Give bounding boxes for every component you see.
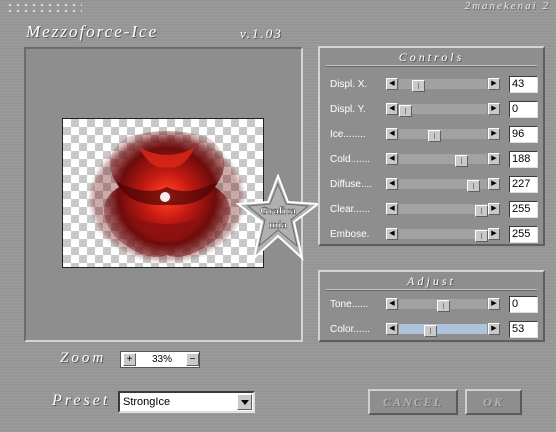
increment-arrow-icon[interactable]: ▶ [488, 323, 500, 335]
preview-canvas[interactable] [62, 118, 264, 268]
decrement-arrow-icon[interactable]: ◀ [386, 178, 398, 190]
controls-value-field[interactable]: 43 [509, 76, 538, 93]
controls-slider-thumb[interactable] [475, 230, 488, 242]
controls-panel: Controls Displ. X. ◀ ▶ 43 Displ. Y. ◀ ▶ 0 Ice...… [318, 46, 545, 246]
controls-slider-label: Ice........ [330, 129, 366, 140]
adjust-slider-label: Tone...... [330, 299, 369, 310]
controls-slider-thumb[interactable] [411, 80, 425, 92]
increment-arrow-icon[interactable]: ▶ [488, 178, 500, 190]
preset-dropdown[interactable]: StrongIce [118, 391, 255, 413]
decrement-arrow-icon[interactable]: ◀ [386, 128, 398, 140]
increment-arrow-icon[interactable]: ▶ [488, 78, 500, 90]
controls-value-field[interactable]: 227 [509, 176, 538, 193]
adjust-slider-thumb[interactable] [424, 325, 438, 337]
increment-arrow-icon[interactable]: ▶ [488, 298, 500, 310]
app-version: v.1.03 [240, 26, 283, 41]
decrement-arrow-icon[interactable]: ◀ [386, 103, 398, 115]
controls-slider-row: Ice........ ◀ ▶ 96 [328, 126, 543, 144]
zoom-out-button[interactable]: − [186, 353, 199, 366]
controls-slider-thumb[interactable] [427, 130, 441, 142]
chevron-down-icon[interactable] [237, 394, 252, 410]
controls-slider-label: Displ. X. [330, 79, 368, 90]
controls-slider-row: Diffuse.... ◀ ▶ 227 [328, 176, 543, 194]
controls-slider-track[interactable] [399, 229, 488, 242]
adjust-slider-track[interactable] [399, 324, 487, 337]
ok-button[interactable]: OK [465, 389, 522, 415]
controls-value-field[interactable]: 255 [509, 226, 538, 243]
adjust-slider-thumb[interactable] [437, 300, 450, 312]
controls-value-field[interactable]: 96 [509, 126, 538, 143]
controls-slider-label: Embose. [330, 229, 370, 240]
adjust-panel: Adjust Tone...... ◀ ▶ 0 Color...... ◀ ▶ 53 [318, 270, 545, 342]
decrement-arrow-icon[interactable]: ◀ [386, 323, 398, 335]
controls-slider-thumb[interactable] [399, 105, 412, 117]
watermark-text-2: mia [269, 219, 287, 231]
zoom-label: Zoom [60, 350, 107, 366]
controls-slider-row: Displ. X. ◀ ▶ 43 [328, 76, 543, 94]
adjust-value-field[interactable]: 53 [509, 321, 538, 338]
controls-slider-label: Diffuse.... [330, 179, 373, 190]
controls-slider-row: Clear...... ◀ ▶ 255 [328, 201, 543, 219]
drag-grip[interactable] [6, 2, 82, 14]
increment-arrow-icon[interactable]: ▶ [488, 128, 500, 140]
controls-slider-track[interactable] [399, 79, 487, 92]
controls-slider-thumb[interactable] [475, 205, 488, 217]
controls-value-field[interactable]: 188 [509, 151, 538, 168]
decrement-arrow-icon[interactable]: ◀ [386, 78, 398, 90]
controls-slider-label: Cold....... [330, 154, 371, 165]
controls-slider-label: Displ. Y. [330, 104, 366, 115]
controls-slider-track[interactable] [399, 179, 487, 192]
increment-arrow-icon[interactable]: ▶ [488, 153, 500, 165]
controls-heading: Controls [320, 50, 543, 67]
decrement-arrow-icon[interactable]: ◀ [386, 228, 398, 240]
controls-slider-row: Cold....... ◀ ▶ 188 [328, 151, 543, 169]
zoom-control: + 33% − [120, 351, 200, 368]
increment-arrow-icon[interactable]: ▶ [488, 103, 500, 115]
controls-slider-row: Displ. Y. ◀ ▶ 0 [328, 101, 543, 119]
increment-arrow-icon[interactable]: ▶ [488, 228, 500, 240]
zoom-value: 33% [151, 354, 172, 365]
decrement-arrow-icon[interactable]: ◀ [386, 203, 398, 215]
app-title: Mezzoforce-Ice [26, 22, 159, 41]
watermark-text-1: Grafica [260, 205, 297, 217]
controls-slider-track[interactable] [399, 104, 487, 117]
controls-slider-row: Embose. ◀ ▶ 255 [328, 226, 543, 244]
brand-label: 2manekenai 2 [464, 0, 550, 12]
controls-slider-thumb[interactable] [455, 155, 468, 167]
controls-value-field[interactable]: 0 [509, 101, 538, 118]
cancel-button[interactable]: CANCEL [368, 389, 458, 415]
controls-slider-track[interactable] [399, 129, 487, 142]
controls-slider-track[interactable] [399, 154, 487, 167]
adjust-slider-row: Color...... ◀ ▶ 53 [328, 321, 543, 339]
adjust-slider-row: Tone...... ◀ ▶ 0 [328, 296, 543, 314]
increment-arrow-icon[interactable]: ▶ [488, 203, 500, 215]
decrement-arrow-icon[interactable]: ◀ [386, 298, 398, 310]
adjust-value-field[interactable]: 0 [509, 296, 538, 313]
adjust-slider-track[interactable] [399, 299, 487, 312]
watermark-stamp: Grafica mia [236, 174, 320, 261]
controls-value-field[interactable]: 255 [509, 201, 538, 218]
controls-slider-thumb[interactable] [466, 180, 480, 192]
controls-slider-track[interactable] [399, 204, 488, 217]
adjust-heading: Adjust [320, 274, 543, 291]
preset-label: Preset [52, 392, 111, 409]
flower-image [91, 131, 243, 261]
zoom-in-button[interactable]: + [123, 353, 136, 366]
controls-slider-label: Clear...... [330, 204, 371, 215]
adjust-slider-label: Color...... [330, 324, 371, 335]
decrement-arrow-icon[interactable]: ◀ [386, 153, 398, 165]
preset-value: StrongIce [123, 396, 171, 408]
